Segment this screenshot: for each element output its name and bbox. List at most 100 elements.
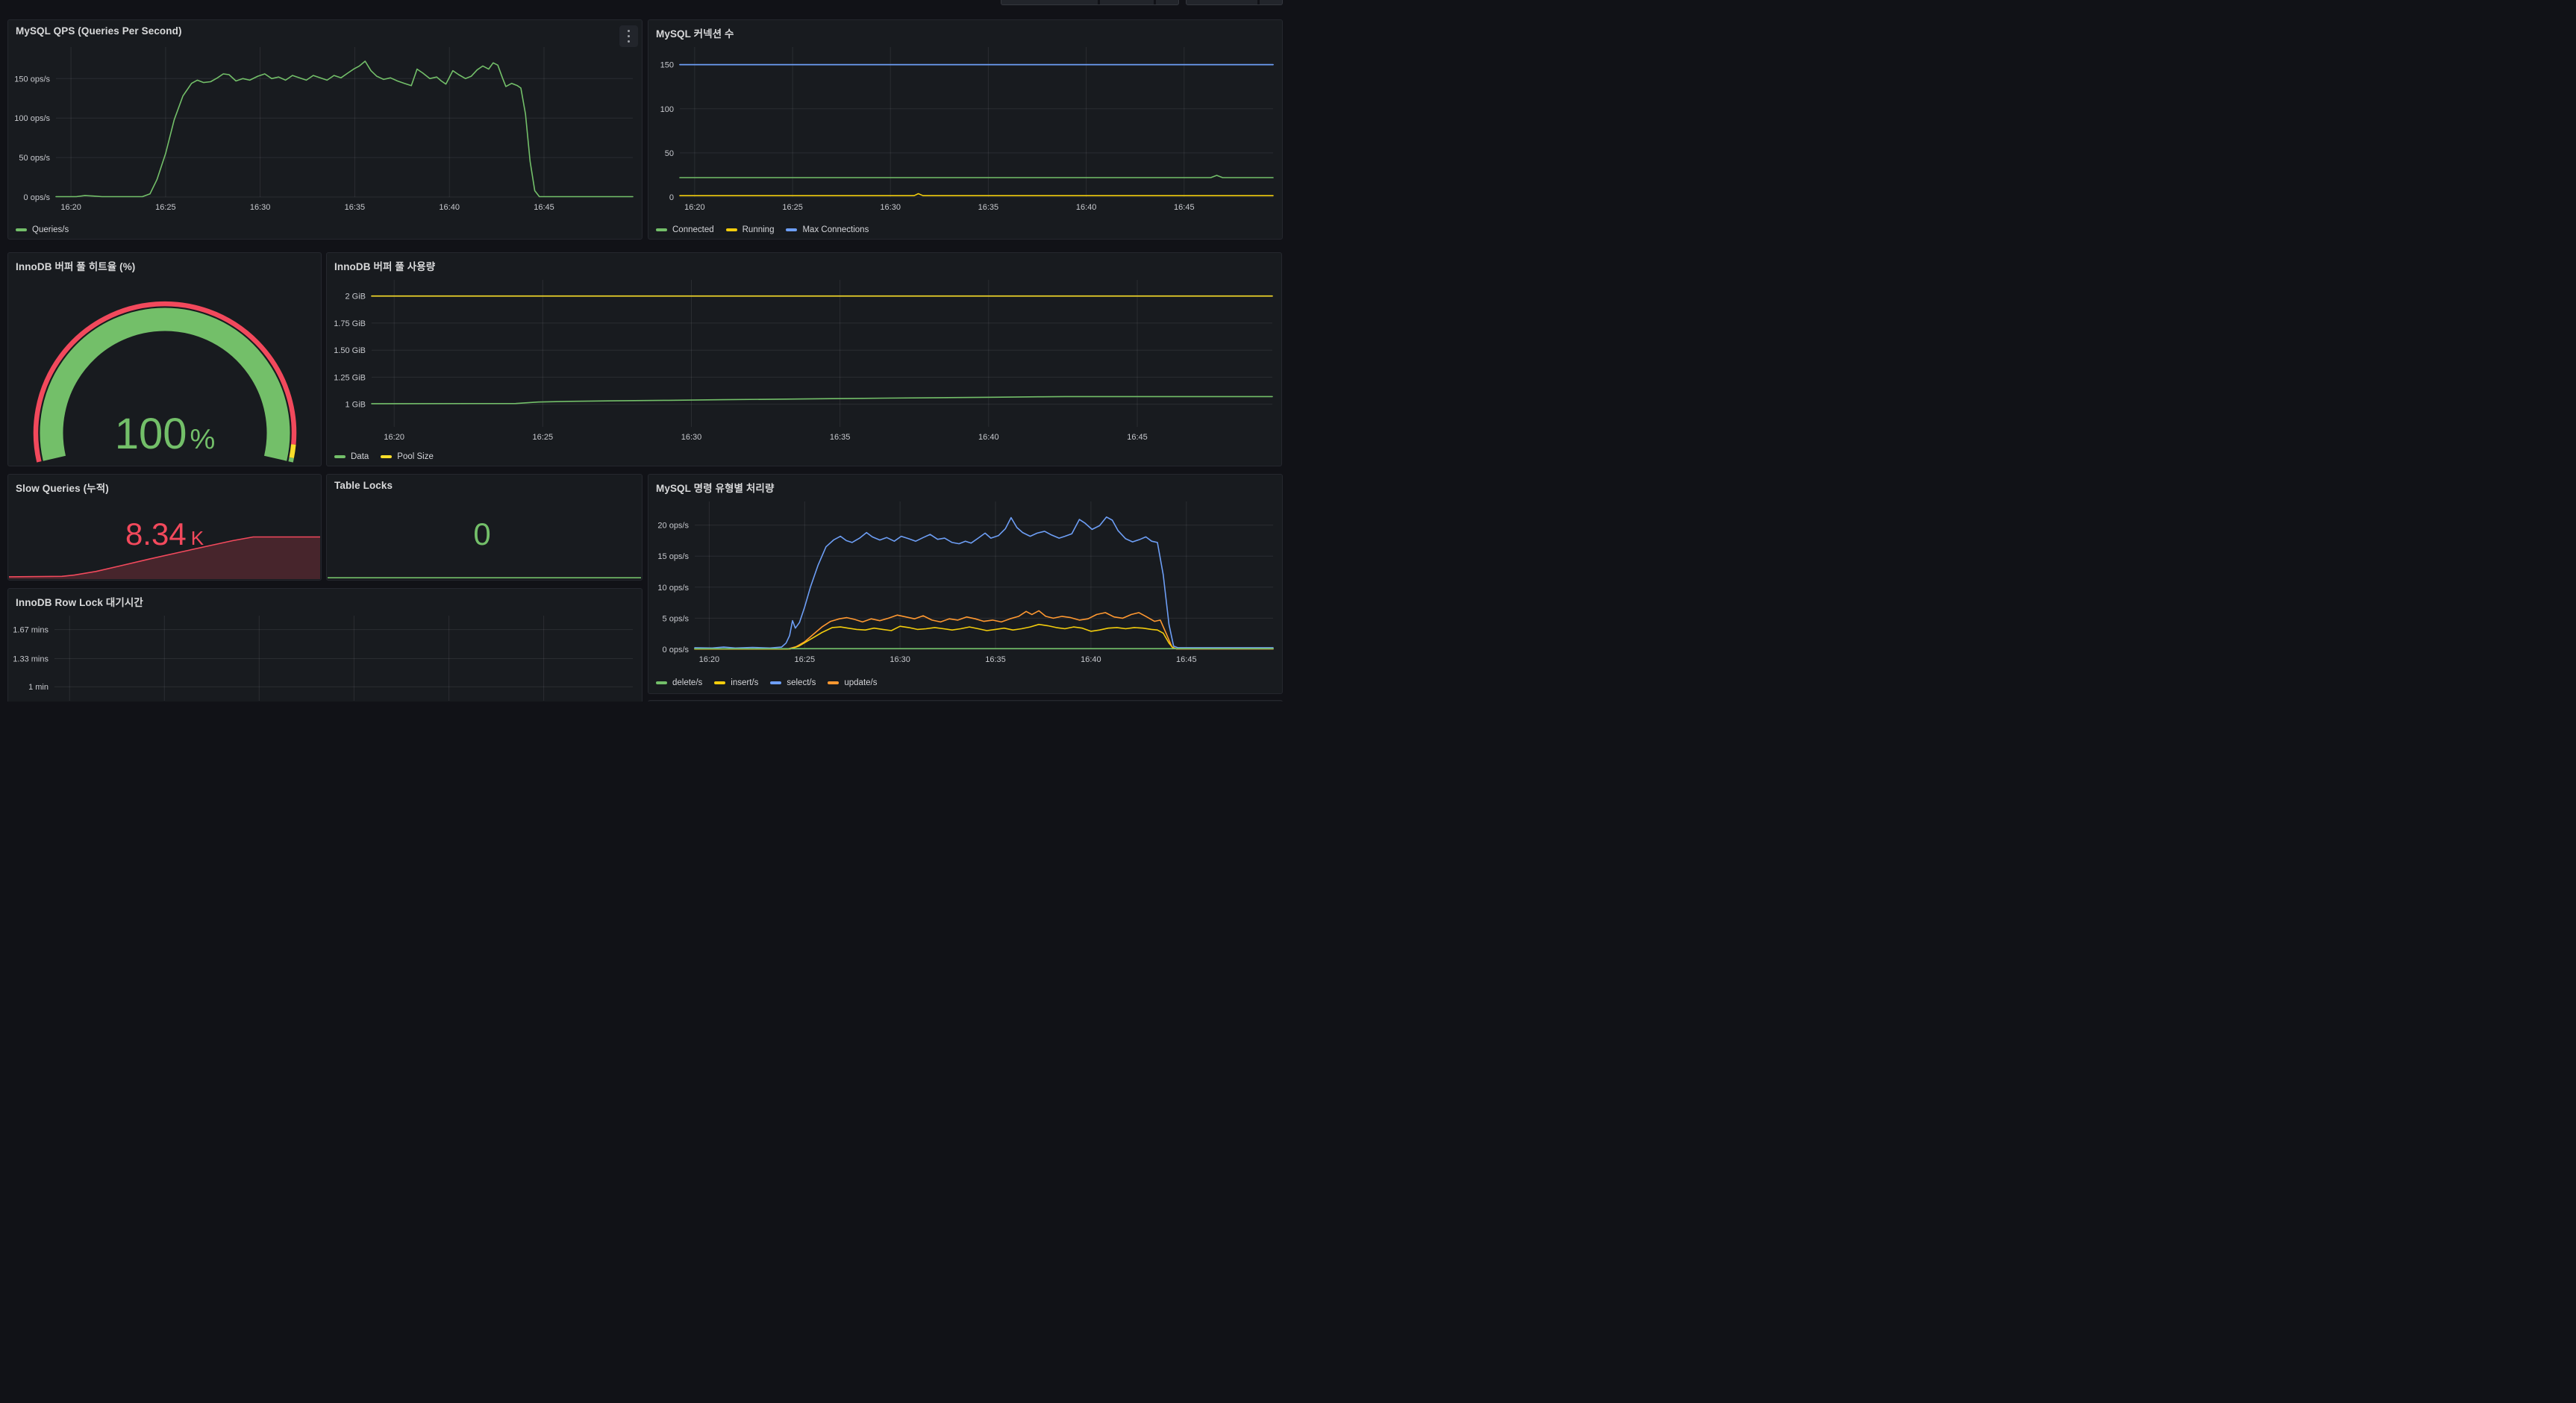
svg-text:1 min: 1 min <box>28 683 49 692</box>
panel-mysql-qps: MySQL QPS (Queries Per Second) 16:20 16:2… <box>7 19 643 240</box>
legend-label: Connected <box>672 225 714 234</box>
svg-text:16:35: 16:35 <box>830 433 851 442</box>
svg-text:16:20: 16:20 <box>684 203 705 212</box>
grafana-dashboard: MySQL QPS (Queries Per Second) 16:20 16:2… <box>0 0 1288 702</box>
svg-text:0 ops/s: 0 ops/s <box>663 646 690 654</box>
svg-text:16:30: 16:30 <box>890 655 910 664</box>
svg-text:10 ops/s: 10 ops/s <box>657 584 689 593</box>
panel-row-lock-wait: InnoDB Row Lock 대기시간 1 min 1.33 mins 1.67 … <box>7 588 643 702</box>
svg-text:16:40: 16:40 <box>1076 203 1097 212</box>
panel-buffer-pool-usage: InnoDB 버퍼 풀 사용량 16:20 16:25 16:30 16:35 16:4… <box>326 252 1282 466</box>
legend-item[interactable]: insert/s <box>714 678 758 687</box>
legend-label: Data <box>351 452 369 461</box>
svg-text:0: 0 <box>669 193 674 202</box>
panel-command-throughput: MySQL 명령 유형별 처리량 16:20 16:25 16:30 16:35 16:… <box>648 474 1283 694</box>
legend-item[interactable]: Connected <box>656 225 714 234</box>
svg-text:2 GiB: 2 GiB <box>345 293 366 301</box>
qps-legend: Queries/s <box>16 225 69 234</box>
svg-text:100 ops/s: 100 ops/s <box>14 114 50 123</box>
kebab-dot <box>627 29 631 33</box>
panel-mysql-connections: MySQL 커넥션 수 16:20 16:25 16:30 16:35 16:40 16:… <box>648 19 1283 240</box>
legend-swatch <box>334 455 346 458</box>
time-range-picker-fragment[interactable] <box>1001 0 1179 5</box>
legend-item[interactable]: Max Connections <box>786 225 869 234</box>
svg-text:16:40: 16:40 <box>1081 655 1101 664</box>
legend-label: Queries/s <box>32 225 69 234</box>
table-locks-sparkline <box>328 564 641 579</box>
panel-slow-queries: Slow Queries (누적) 8.34 K <box>7 474 322 581</box>
legend-label: Max Connections <box>802 225 869 234</box>
hit-rate-gauge: 100% <box>8 274 321 466</box>
svg-text:150: 150 <box>660 61 674 70</box>
svg-text:5 ops/s: 5 ops/s <box>663 614 690 623</box>
svg-text:16:20: 16:20 <box>60 203 81 212</box>
qps-chart[interactable]: 16:20 16:25 16:30 16:35 16:40 16:45 0 ops/s 50 … <box>8 41 642 216</box>
legend-item[interactable]: delete/s <box>656 678 702 687</box>
svg-text:0 ops/s: 0 ops/s <box>24 193 51 202</box>
legend-item[interactable]: Queries/s <box>16 225 69 234</box>
panel-title[interactable]: InnoDB 버퍼 풀 히트율 (%) <box>16 258 291 273</box>
panel-title[interactable]: Slow Queries (누적) <box>16 480 291 495</box>
toolbar-divider <box>1098 0 1100 4</box>
panel-buffer-pool-hit-rate: InnoDB 버퍼 풀 히트율 (%) 100% <box>7 252 322 466</box>
panel-title[interactable]: MySQL 커넥션 수 <box>656 25 1252 40</box>
svg-text:15 ops/s: 15 ops/s <box>657 552 689 561</box>
svg-text:16:30: 16:30 <box>250 203 271 212</box>
legend-item[interactable]: select/s <box>770 678 816 687</box>
svg-text:16:45: 16:45 <box>1176 655 1197 664</box>
legend-swatch <box>656 228 667 231</box>
svg-text:1 GiB: 1 GiB <box>345 401 366 410</box>
svg-text:50: 50 <box>665 149 674 158</box>
svg-text:16:35: 16:35 <box>985 655 1006 664</box>
buffer-pool-usage-legend: Data Pool Size <box>334 452 434 461</box>
svg-text:20 ops/s: 20 ops/s <box>657 522 689 531</box>
svg-text:16:40: 16:40 <box>978 433 999 442</box>
table-locks-value: 0 <box>473 516 491 552</box>
panel-title[interactable]: InnoDB Row Lock 대기시간 <box>16 594 612 609</box>
legend-item[interactable]: Running <box>725 225 775 234</box>
svg-text:1.25 GiB: 1.25 GiB <box>334 373 366 382</box>
refresh-control-fragment[interactable] <box>1186 0 1283 5</box>
legend-label: Pool Size <box>397 452 434 461</box>
svg-text:1.50 GiB: 1.50 GiB <box>334 346 366 355</box>
panel-table-locks: Table Locks 0 <box>326 474 643 581</box>
svg-text:100%: 100% <box>115 410 216 458</box>
legend-label: Running <box>742 225 775 234</box>
panel-title[interactable]: InnoDB 버퍼 풀 사용량 <box>334 258 1251 273</box>
svg-text:16:25: 16:25 <box>795 655 816 664</box>
svg-text:16:45: 16:45 <box>1127 433 1148 442</box>
svg-text:16:30: 16:30 <box>880 203 901 212</box>
svg-text:150 ops/s: 150 ops/s <box>14 75 50 84</box>
legend-swatch <box>786 228 798 231</box>
legend-label: update/s <box>844 678 878 687</box>
svg-text:16:30: 16:30 <box>681 433 702 442</box>
connections-legend: Connected Running Max Connections <box>656 225 869 234</box>
svg-text:16:45: 16:45 <box>1174 203 1195 212</box>
legend-swatch <box>725 228 737 231</box>
svg-text:16:40: 16:40 <box>439 203 460 212</box>
legend-item[interactable]: Pool Size <box>381 452 434 461</box>
connections-chart[interactable]: 16:20 16:25 16:30 16:35 16:40 16:45 0 50 100 150 <box>648 41 1282 216</box>
panel-title[interactable]: Table Locks <box>334 480 612 491</box>
legend-label: select/s <box>787 678 816 687</box>
legend-swatch <box>770 681 782 684</box>
panel-title[interactable]: MySQL QPS (Queries Per Second) <box>16 25 612 37</box>
slow-queries-value: 8.34 K <box>125 516 204 552</box>
row-lock-wait-chart[interactable]: 1 min 1.33 mins 1.67 mins <box>8 610 642 702</box>
buffer-pool-usage-chart[interactable]: 16:20 16:25 16:30 16:35 16:40 16:45 1 GiB 1.25 … <box>327 274 1281 446</box>
svg-text:50 ops/s: 50 ops/s <box>19 154 50 163</box>
legend-label: insert/s <box>731 678 759 687</box>
svg-text:16:20: 16:20 <box>699 655 720 664</box>
legend-swatch <box>16 228 27 231</box>
svg-text:1.75 GiB: 1.75 GiB <box>334 319 366 328</box>
legend-item[interactable]: update/s <box>828 678 877 687</box>
svg-text:1.33 mins: 1.33 mins <box>13 655 49 664</box>
panel-title[interactable]: MySQL 명령 유형별 처리량 <box>656 480 1252 495</box>
command-throughput-chart[interactable]: 16:20 16:25 16:30 16:35 16:40 16:45 0 ops/s 5 o… <box>648 496 1282 669</box>
svg-text:16:25: 16:25 <box>782 203 803 212</box>
legend-item[interactable]: Data <box>334 452 369 461</box>
svg-text:1.67 mins: 1.67 mins <box>13 626 49 635</box>
kebab-dot <box>627 34 631 38</box>
legend-swatch <box>381 455 393 458</box>
svg-text:16:25: 16:25 <box>533 433 554 442</box>
